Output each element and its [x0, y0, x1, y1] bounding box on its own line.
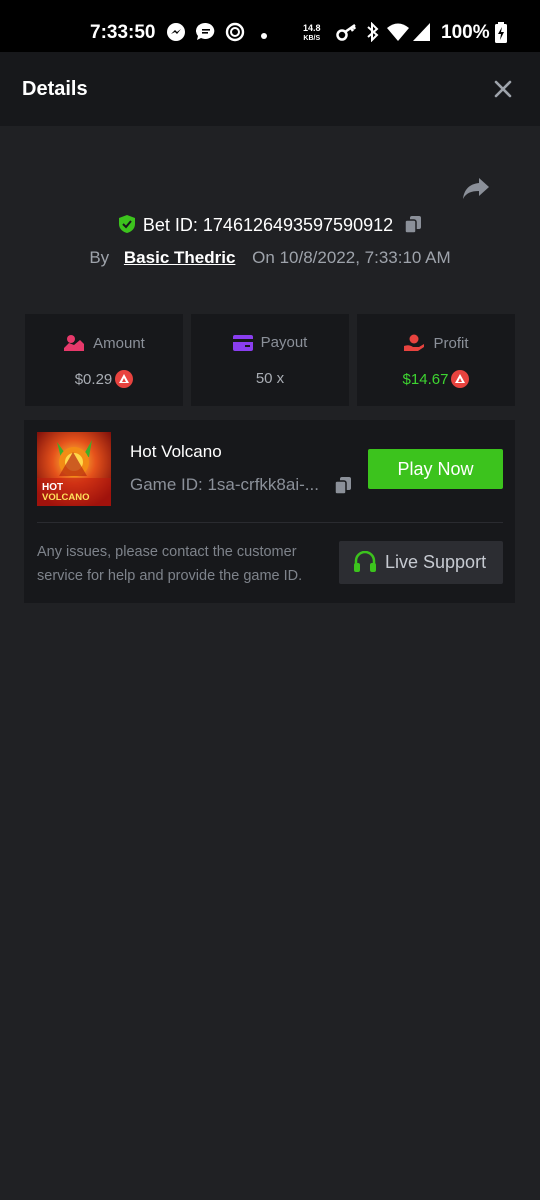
key-icon	[336, 22, 358, 47]
sync-icon	[225, 22, 245, 47]
profit-card: Profit $14.67	[357, 314, 515, 406]
amount-icon	[64, 335, 85, 351]
coin-icon	[451, 370, 470, 388]
divider	[37, 522, 503, 523]
game-id: Game ID: 1sa-crfkk8ai-...	[130, 475, 319, 494]
battery-percent: 100%	[441, 22, 490, 43]
wifi-icon	[386, 22, 410, 47]
bet-timestamp: 10/8/2022, 7:33:10 AM	[279, 248, 451, 267]
game-card: HOT VOLCANO Hot Volcano Game ID: 1sa-crf…	[24, 420, 515, 603]
status-time: 7:33:50	[90, 22, 156, 43]
amount-value: $0.29	[74, 371, 113, 388]
volcano-thumbnail-image: HOT VOLCANO	[37, 432, 111, 506]
user-link[interactable]: Basic Thedric	[124, 248, 236, 267]
profit-icon	[404, 334, 425, 351]
speed-value: 14.8	[303, 23, 321, 33]
page-title: Details	[22, 78, 88, 100]
live-support-label: Live Support	[385, 552, 487, 572]
share-button[interactable]	[461, 176, 491, 202]
payout-label: Payout	[260, 334, 308, 351]
share-icon	[463, 178, 489, 199]
copy-game-id-button[interactable]	[333, 475, 353, 495]
support-headset-icon	[354, 551, 376, 572]
bluetooth-icon	[366, 21, 380, 47]
profit-label: Profit	[433, 335, 469, 352]
live-support-button[interactable]: Live Support	[339, 541, 503, 584]
profit-header: Profit	[357, 334, 515, 352]
payout-value: 50 x	[255, 370, 285, 387]
copy-icon	[334, 477, 351, 495]
amount-value-row: $0.29	[25, 370, 183, 388]
battery-icon	[494, 22, 508, 49]
dot-icon	[260, 27, 268, 45]
bet-id-value: 1746126493597590912	[202, 215, 394, 235]
help-text: Any issues, please contact the customer …	[37, 544, 303, 584]
thumb-text-line2: VOLCANO	[42, 492, 90, 503]
game-thumbnail[interactable]: HOT VOLCANO	[37, 432, 111, 506]
chat-icon	[195, 22, 216, 47]
by-label: By	[89, 248, 110, 267]
status-bar: 7:33:50 14.8 KB/S 100%	[0, 0, 540, 52]
on-label: On	[252, 248, 275, 267]
bet-id-label: Bet ID:	[142, 215, 198, 235]
payout-card: Payout 50 x	[191, 314, 349, 406]
bet-meta-row: By Basic Thedric On 10/8/2022, 7:33:10 A…	[0, 248, 540, 270]
details-header: Details	[0, 52, 540, 126]
copy-icon	[404, 216, 422, 234]
coin-icon	[115, 370, 134, 388]
game-name: Hot Volcano	[130, 442, 222, 461]
network-speed: 14.8 KB/S	[303, 24, 321, 43]
messenger-icon	[166, 22, 186, 47]
amount-header: Amount	[25, 334, 183, 352]
close-button[interactable]	[490, 76, 516, 102]
close-icon	[494, 80, 512, 98]
play-now-button[interactable]: Play Now	[368, 449, 503, 489]
amount-card: Amount $0.29	[25, 314, 183, 406]
signal-icon	[412, 22, 432, 47]
shield-check-icon	[118, 215, 135, 233]
profit-value-row: $14.67	[357, 370, 515, 388]
amount-label: Amount	[93, 335, 145, 352]
copy-bet-id-button[interactable]	[403, 214, 423, 234]
bet-id-row: Bet ID: 1746126493597590912	[0, 214, 540, 238]
profit-value: $14.67	[402, 371, 449, 388]
payout-header: Payout	[191, 334, 349, 351]
speed-unit: KB/S	[303, 35, 321, 42]
card-icon	[232, 335, 253, 351]
